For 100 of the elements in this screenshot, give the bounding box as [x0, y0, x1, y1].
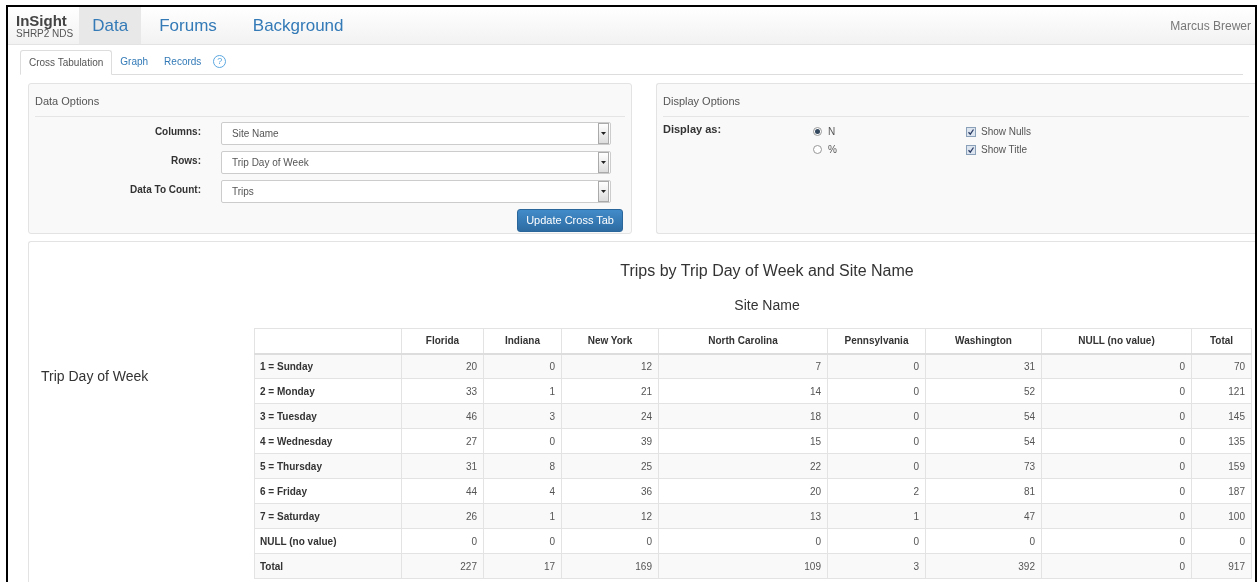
table-cell: 22	[658, 453, 828, 479]
column-header: North Carolina	[658, 328, 828, 354]
table-cell: 0	[827, 353, 926, 379]
radio-label: %	[828, 143, 837, 157]
table-cell: 187	[1191, 478, 1252, 504]
table-cell: 20	[401, 353, 484, 379]
table-cell: 70	[1191, 353, 1252, 379]
checkbox-label: Show Nulls	[981, 125, 1032, 139]
table-cell: 44	[401, 478, 484, 504]
table-cell: 3	[483, 403, 562, 429]
tab[interactable]: Graph	[112, 49, 157, 74]
table-cell: 121	[1191, 378, 1252, 404]
column-header: Total	[1191, 328, 1252, 354]
table-cell: 0	[1041, 403, 1192, 429]
row-header: Total	[254, 553, 402, 579]
panel-title: Data Options	[35, 95, 100, 107]
table-cell: 8	[483, 453, 562, 479]
nav-tab[interactable]: Data	[79, 7, 142, 44]
table-cell: 0	[561, 528, 659, 554]
table-cell: 12	[561, 353, 659, 379]
checkbox[interactable]	[966, 144, 976, 155]
table-cell: 227	[401, 553, 484, 579]
select-field[interactable]: Trip Day of Week	[221, 151, 611, 174]
table-cell: 0	[401, 528, 484, 554]
field-label: Display as:	[663, 122, 723, 137]
table-cell: 159	[1191, 453, 1252, 479]
row-header: 3 = Tuesday	[254, 403, 402, 429]
nav-tab[interactable]: Background	[234, 7, 362, 44]
table-cell: 0	[1041, 453, 1192, 479]
table-cell: 0	[483, 428, 562, 454]
brand-title[interactable]: InSight	[16, 12, 74, 28]
nav-tab[interactable]: Forums	[141, 7, 235, 44]
table-cell: 46	[401, 403, 484, 429]
table-cell: 17	[483, 553, 562, 579]
radio-button[interactable]	[813, 145, 822, 154]
table-cell: 54	[925, 403, 1042, 429]
table-cell: 73	[925, 453, 1042, 479]
table-cell: 81	[925, 478, 1042, 504]
table-cell: 52	[925, 378, 1042, 404]
caret-icon	[601, 161, 606, 164]
table-cell: 392	[925, 553, 1042, 579]
table-cell: 33	[401, 378, 484, 404]
row-header: 5 = Thursday	[254, 453, 402, 479]
table-cell: 145	[1191, 403, 1252, 429]
table-cell: 2	[827, 478, 926, 504]
panel-title: Display Options	[663, 95, 741, 107]
row-header: 4 = Wednesday	[254, 428, 402, 454]
row-title: Trip Day of Week	[41, 368, 149, 384]
table-cell: 100	[1191, 503, 1252, 529]
table-cell: 0	[1041, 378, 1192, 404]
table-cell: 4	[483, 478, 562, 504]
table-cell: 0	[1041, 553, 1192, 579]
row-header: 2 = Monday	[254, 378, 402, 404]
table-cell: 36	[561, 478, 659, 504]
table-cell: 47	[925, 503, 1042, 529]
table-cell: 12	[561, 503, 659, 529]
column-header: Florida	[401, 328, 484, 354]
table-cell: 27	[401, 428, 484, 454]
caret-icon	[601, 190, 606, 193]
table-cell: 14	[658, 378, 828, 404]
table-cell: 0	[1041, 428, 1192, 454]
table-cell: 0	[827, 428, 926, 454]
field-label: Data To Count:	[129, 183, 202, 197]
table-cell: 20	[658, 478, 828, 504]
checkbox-label: Show Title	[981, 143, 1028, 157]
table-cell: 135	[1191, 428, 1252, 454]
row-header: 1 = Sunday	[254, 353, 402, 379]
table-cell: 0	[1191, 528, 1252, 554]
checkbox[interactable]	[966, 126, 976, 137]
tab[interactable]: Records	[156, 49, 210, 74]
column-title: Site Name	[734, 296, 800, 315]
table-cell: 917	[1191, 553, 1252, 579]
table-cell: 1	[483, 378, 562, 404]
column-header: Washington	[925, 328, 1042, 354]
table-cell: 0	[1041, 503, 1192, 529]
update-cross-tab-button[interactable]: Update Cross Tab	[517, 209, 623, 232]
table-cell: 26	[401, 503, 484, 529]
row-header: 6 = Friday	[254, 478, 402, 504]
table-cell: 25	[561, 453, 659, 479]
column-header: Indiana	[483, 328, 562, 354]
table-cell: 21	[561, 378, 659, 404]
select-field[interactable]: Trips	[221, 180, 611, 203]
table-cell: 31	[925, 353, 1042, 379]
table-cell: 54	[925, 428, 1042, 454]
column-header: New York	[561, 328, 659, 354]
user-name[interactable]: Marcus Brewer	[1170, 16, 1255, 35]
tab[interactable]: Cross Tabulation	[20, 50, 113, 75]
row-header: 7 = Saturday	[254, 503, 402, 529]
select-field[interactable]: Site Name	[221, 122, 611, 145]
brand-subtitle: SHRP2 NDS	[16, 28, 74, 39]
table-cell: 7	[658, 353, 828, 379]
row-header: NULL (no value)	[254, 528, 402, 554]
radio-button[interactable]	[813, 127, 822, 136]
table-cell: 3	[827, 553, 926, 579]
table-cell: 0	[483, 353, 562, 379]
table-cell: 31	[401, 453, 484, 479]
table-title: Trips by Trip Day of Week and Site Name	[620, 261, 914, 281]
table-cell: 0	[483, 528, 562, 554]
table-cell: 0	[827, 453, 926, 479]
table-cell: 0	[827, 403, 926, 429]
